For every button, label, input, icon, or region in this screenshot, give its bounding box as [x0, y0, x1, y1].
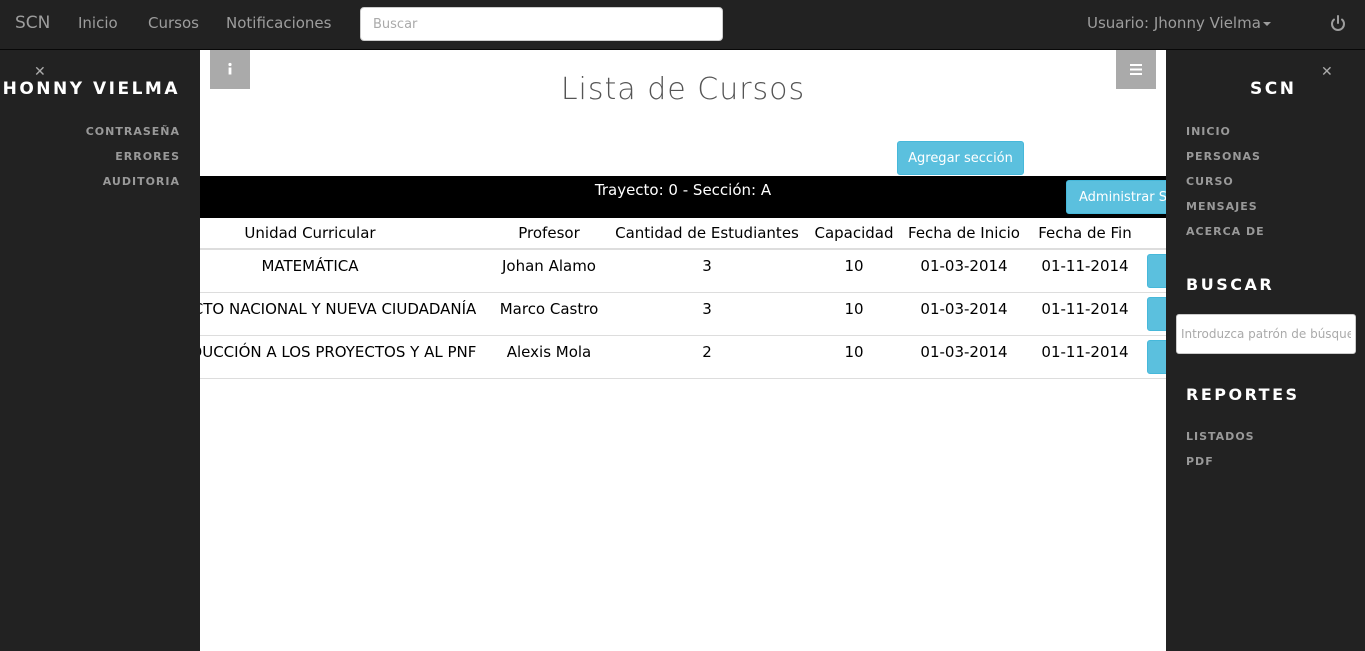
sidebar-item-contrasena[interactable]: CONTRASEÑA: [86, 125, 180, 138]
row-user-button[interactable]: [1147, 297, 1166, 331]
power-icon[interactable]: [1329, 14, 1347, 34]
sidebar-item-acerca-de[interactable]: ACERCA DE: [1186, 225, 1265, 238]
nav-notificaciones[interactable]: Notificaciones: [226, 14, 331, 32]
cell-unidad-curricular: INTRODUCCIÓN A LOS PROYECTOS Y AL PNF: [200, 343, 477, 361]
column-header: Fecha de Fin: [1038, 224, 1132, 242]
sidebar-item-pdf[interactable]: PDF: [1186, 455, 1214, 468]
close-icon[interactable]: ✕: [34, 64, 46, 80]
cell-fecha-fin: 01-11-2014: [1041, 343, 1129, 361]
sidebar-item-errores[interactable]: ERRORES: [115, 150, 180, 163]
column-header: Capacidad: [814, 224, 894, 242]
row-user-button[interactable]: [1147, 254, 1166, 288]
top-navbar: SCN Inicio Cursos Notificaciones Usuario…: [0, 0, 1365, 50]
right-sidebar-title: SCN: [1250, 79, 1297, 99]
nav-cursos[interactable]: Cursos: [148, 14, 199, 32]
cell-fecha-inicio: 01-03-2014: [920, 257, 1008, 275]
sidebar-item-curso[interactable]: CURSO: [1186, 175, 1234, 188]
section-label: Trayecto: 0 - Sección: A: [594, 181, 772, 199]
cell-capacidad: 10: [844, 257, 864, 275]
close-icon[interactable]: ✕: [1321, 64, 1333, 80]
sidebar-item-personas[interactable]: PERSONAS: [1186, 150, 1261, 163]
search-input[interactable]: [360, 7, 723, 41]
nav-inicio[interactable]: Inicio: [78, 14, 118, 32]
cell-estudiantes: 2: [702, 343, 712, 361]
cell-unidad-curricular: MATEMÁTICA: [261, 257, 359, 275]
left-sidebar: ✕ JHONNY VIELMA CONTRASEÑA ERRORES AUDIT…: [0, 50, 200, 651]
table-row: PROYECTO NACIONAL Y NUEVA CIUDADANÍA Mar…: [200, 293, 1166, 336]
cell-fecha-inicio: 01-03-2014: [920, 343, 1008, 361]
cell-capacidad: 10: [844, 343, 864, 361]
column-header: Profesor: [518, 224, 580, 242]
cell-unidad-curricular: PROYECTO NACIONAL Y NUEVA CIUDADANÍA: [200, 300, 477, 318]
column-header: Unidad Curricular: [244, 224, 376, 242]
cell-profesor: Alexis Mola: [506, 343, 592, 361]
cell-estudiantes: 3: [702, 300, 712, 318]
section-bar: Trayecto: 0 - Sección: A: [200, 176, 1166, 218]
row-user-button[interactable]: [1147, 340, 1166, 374]
cell-profesor: Marco Castro: [499, 300, 599, 318]
column-header: Fecha de Inicio: [908, 224, 1020, 242]
manage-section-button[interactable]: Administrar Sección: [1066, 180, 1166, 214]
add-section-button[interactable]: Agregar sección: [897, 141, 1024, 175]
user-label: Usuario: Jhonny Vielma: [1087, 14, 1261, 32]
right-sidebar: ✕ SCN INICIO PERSONAS CURSO MENSAJES ACE…: [1166, 50, 1365, 651]
page-title: Lista de Cursos: [560, 72, 806, 107]
left-sidebar-title: JHONNY VIELMA: [0, 79, 180, 99]
sidebar-item-auditoria[interactable]: AUDITORIA: [103, 175, 180, 188]
main-panel: Lista de Cursos Agregar sección Trayecto…: [200, 50, 1166, 651]
user-menu[interactable]: Usuario: Jhonny Vielma: [1087, 14, 1271, 32]
brand-link[interactable]: SCN: [15, 13, 50, 33]
pattern-search-input[interactable]: [1176, 314, 1356, 354]
sidebar-item-inicio[interactable]: INICIO: [1186, 125, 1231, 138]
table-row: MATEMÁTICA Johan Alamo 3 10 01-03-2014 0…: [200, 250, 1166, 293]
reports-section-title: REPORTES: [1186, 385, 1300, 404]
cell-fecha-fin: 01-11-2014: [1041, 300, 1129, 318]
chevron-down-icon: [1262, 21, 1271, 26]
table-row: INTRODUCCIÓN A LOS PROYECTOS Y AL PNF Al…: [200, 336, 1166, 379]
column-header: Cantidad de Estudiantes: [615, 224, 799, 242]
search-section-title: BUSCAR: [1186, 275, 1275, 294]
sidebar-item-mensajes[interactable]: MENSAJES: [1186, 200, 1258, 213]
cell-fecha-fin: 01-11-2014: [1041, 257, 1129, 275]
cell-profesor: Johan Alamo: [502, 257, 596, 275]
cell-capacidad: 10: [844, 300, 864, 318]
table-header: Unidad Curricular Profesor Cantidad de E…: [200, 218, 1166, 250]
cell-estudiantes: 3: [702, 257, 712, 275]
sidebar-item-listados[interactable]: LISTADOS: [1186, 430, 1255, 443]
cell-fecha-inicio: 01-03-2014: [920, 300, 1008, 318]
